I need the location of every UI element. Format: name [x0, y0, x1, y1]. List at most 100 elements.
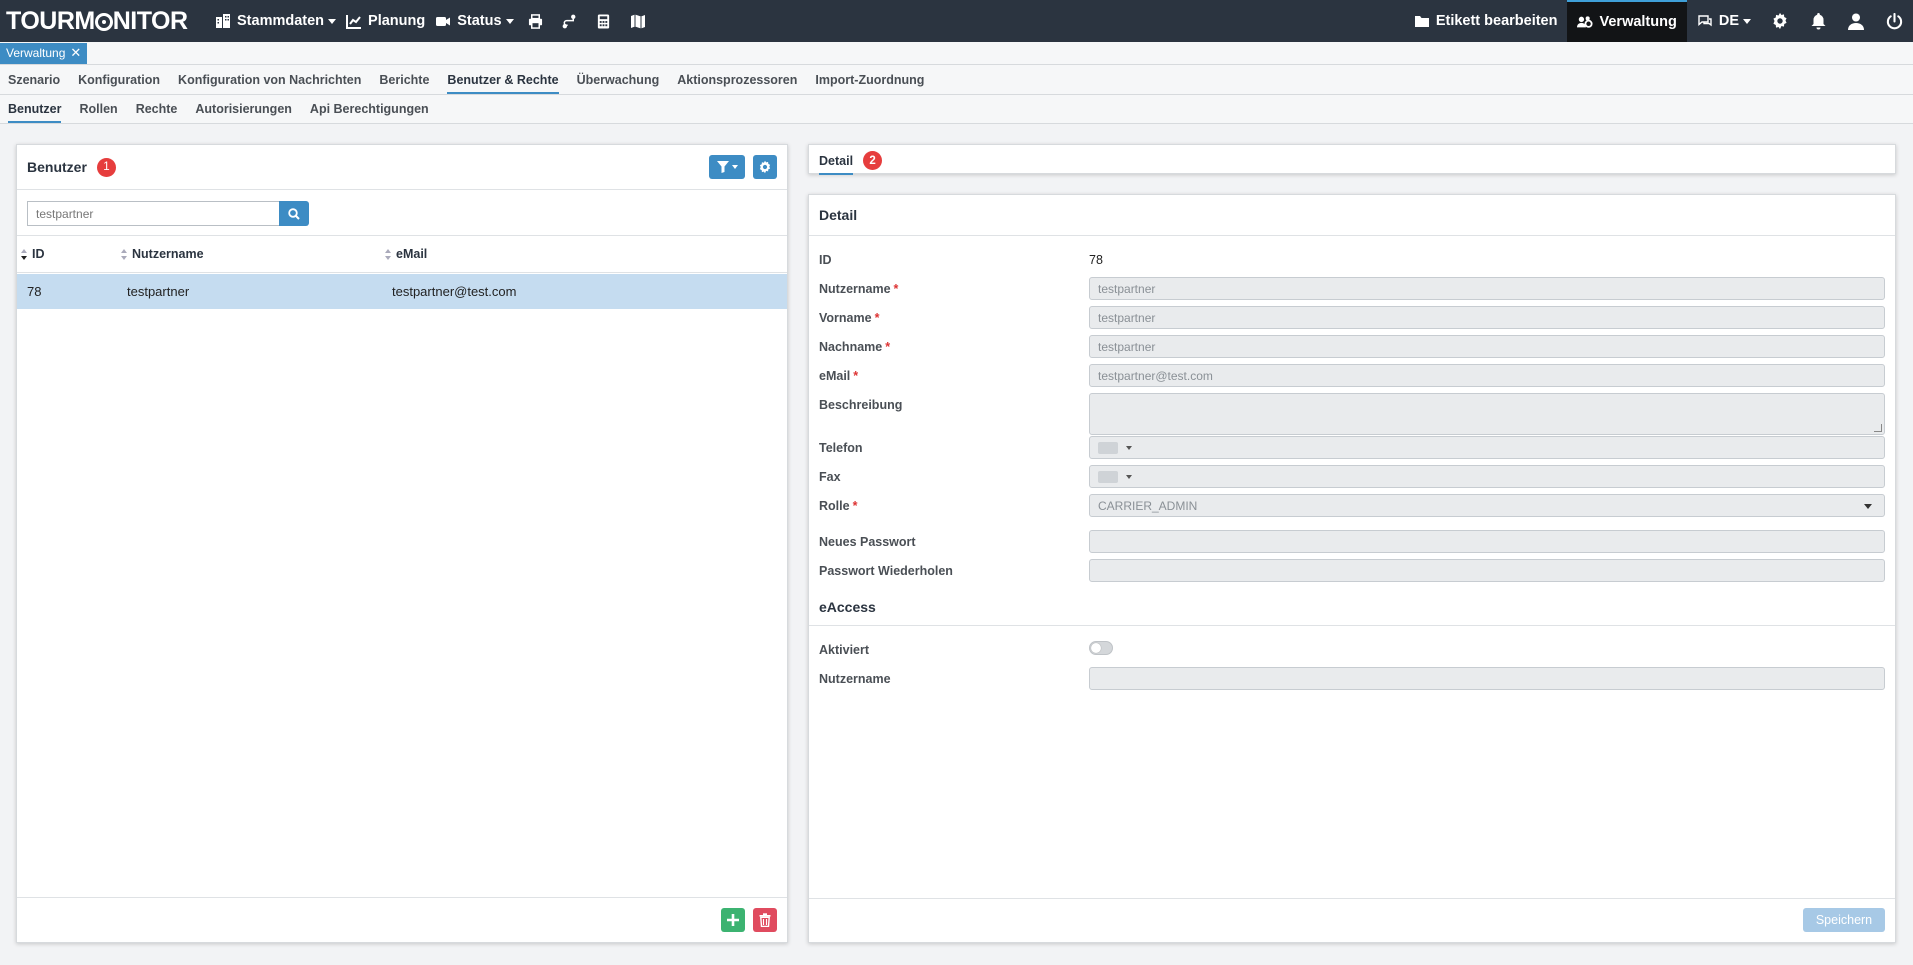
username-label-text: Nutzername: [819, 282, 891, 296]
divider: [809, 625, 1895, 626]
nav-stammdaten[interactable]: Stammdaten: [210, 0, 341, 42]
users-rights-submenu: Benutzer Rollen Rechte Autorisierungen A…: [0, 95, 1913, 124]
delete-user-button[interactable]: [753, 908, 777, 932]
users-panel-header: Benutzer 1: [17, 145, 787, 190]
grid-settings-button[interactable]: [753, 155, 777, 179]
detail-tabs: Detail 2: [808, 144, 1896, 175]
eaccess-username-field[interactable]: [1089, 667, 1885, 690]
chevron-down-icon: [731, 165, 738, 169]
submenu-autorisierungen[interactable]: Autorisierungen: [187, 95, 300, 123]
logout-button[interactable]: [1875, 0, 1913, 42]
lastname-label-text: Nachname: [819, 340, 883, 354]
country-flag-icon[interactable]: [1098, 441, 1118, 454]
language-dropdown[interactable]: DE: [1687, 0, 1761, 42]
firstname-field[interactable]: testpartner: [1089, 306, 1885, 329]
sort-icon: [121, 248, 128, 260]
users-table-header: ID Nutzername eMail: [17, 235, 787, 273]
firstname-label: Vorname *: [819, 311, 879, 325]
notifications-button[interactable]: [1799, 0, 1837, 42]
resize-handle-icon[interactable]: [1874, 424, 1882, 432]
submenu-benutzer[interactable]: Benutzer: [0, 95, 69, 123]
role-select[interactable]: CARRIER_ADMIN: [1089, 494, 1885, 517]
chart-icon: [346, 15, 362, 29]
search-button[interactable]: [279, 201, 309, 226]
fax-field[interactable]: [1089, 465, 1885, 488]
users-cog-icon: [1577, 16, 1594, 28]
menu-import-zuordnung[interactable]: Import-Zuordnung: [807, 65, 932, 94]
repeat-password-field[interactable]: [1089, 559, 1885, 582]
filter-button[interactable]: [709, 155, 745, 179]
calculator-button[interactable]: [587, 0, 621, 42]
admin-menu: Szenario Konfiguration Konfiguration von…: [0, 65, 1913, 95]
edit-label-text: Etikett bearbeiten: [1435, 13, 1558, 29]
divider: [809, 898, 1895, 899]
tab-detail[interactable]: Detail 2: [819, 151, 883, 170]
tab-detail-label: Detail: [819, 153, 854, 168]
menu-konfiguration[interactable]: Konfiguration: [70, 65, 168, 94]
language-label: DE: [1718, 13, 1739, 29]
print-button[interactable]: [519, 0, 553, 42]
activated-label: Aktiviert: [819, 643, 870, 657]
submenu-api-berechtigungen[interactable]: Api Berechtigungen: [302, 95, 437, 123]
new-password-label: Neues Passwort: [819, 535, 916, 549]
activated-toggle[interactable]: [1089, 641, 1113, 655]
folder-icon: [1414, 16, 1429, 27]
app-logo[interactable]: TOURM NITOR: [0, 7, 210, 36]
map-button[interactable]: [621, 0, 655, 42]
submenu-rechte[interactable]: Rechte: [128, 95, 186, 123]
route-button[interactable]: [553, 0, 587, 42]
menu-benutzer-rechte[interactable]: Benutzer & Rechte: [439, 65, 566, 94]
nav-status[interactable]: Status: [430, 0, 518, 42]
filter-icon: [716, 161, 729, 173]
gear-icon: [1773, 12, 1787, 30]
menu-ueberwachung[interactable]: Überwachung: [569, 65, 668, 94]
column-header-id[interactable]: ID: [21, 247, 45, 261]
building-icon: [216, 14, 230, 28]
search-row: [27, 201, 309, 226]
eaccess-username-label: Nutzername: [819, 672, 891, 686]
email-label: eMail *: [819, 369, 858, 383]
detail-section-title: Detail: [819, 207, 858, 223]
printer-icon: [529, 13, 543, 29]
nav-planung[interactable]: Planung: [341, 0, 430, 42]
nav-planung-label: Planung: [368, 13, 426, 29]
detail-panel: Detail ID 78 Nutzername * testpartner Vor…: [808, 194, 1896, 943]
username-field[interactable]: testpartner: [1089, 277, 1885, 300]
menu-berichte[interactable]: Berichte: [371, 65, 437, 94]
save-button[interactable]: Speichern: [1803, 908, 1885, 932]
submenu-rollen[interactable]: Rollen: [71, 95, 125, 123]
lastname-field[interactable]: testpartner: [1089, 335, 1885, 358]
description-textarea[interactable]: [1089, 393, 1885, 435]
nav-verwaltung[interactable]: Verwaltung: [1567, 0, 1687, 42]
required-marker: *: [885, 340, 891, 354]
menu-konfiguration-nachrichten[interactable]: Konfiguration von Nachrichten: [170, 65, 369, 94]
comments-icon: [1698, 15, 1712, 27]
column-header-email[interactable]: eMail: [385, 247, 427, 261]
nav-stammdaten-label: Stammdaten: [237, 13, 325, 29]
phone-label: Telefon: [819, 441, 863, 455]
new-password-field[interactable]: [1089, 530, 1885, 553]
search-input[interactable]: [27, 201, 279, 226]
column-header-username[interactable]: Nutzername: [121, 247, 204, 261]
column-header-id-label: ID: [32, 247, 45, 261]
id-value: 78: [1089, 253, 1103, 267]
menu-aktionsprozessoren[interactable]: Aktionsprozessoren: [669, 65, 805, 94]
settings-button[interactable]: [1761, 0, 1799, 42]
top-navbar: TOURM NITOR Stammdaten Planung Status Et…: [0, 0, 1913, 42]
menu-szenario[interactable]: Szenario: [0, 65, 68, 94]
user-profile-button[interactable]: [1837, 0, 1875, 42]
open-tab-verwaltung[interactable]: Verwaltung ✕: [0, 43, 88, 64]
edit-label-button[interactable]: Etikett bearbeiten: [1404, 0, 1568, 42]
email-field[interactable]: testpartner@test.com: [1089, 364, 1885, 387]
country-flag-icon[interactable]: [1098, 470, 1118, 483]
eaccess-section-title: eAccess: [819, 599, 876, 615]
close-icon[interactable]: ✕: [70, 46, 81, 64]
bell-icon: [1811, 13, 1825, 30]
description-label: Beschreibung: [819, 398, 903, 412]
required-marker: *: [874, 311, 880, 325]
users-panel: Benutzer 1 ID Nutzername eMail: [16, 144, 788, 943]
table-row[interactable]: 78 testpartner testpartner@test.com: [17, 274, 787, 309]
phone-field[interactable]: [1089, 436, 1885, 459]
cell-email: testpartner@test.com: [392, 284, 517, 299]
add-user-button[interactable]: [721, 908, 745, 932]
